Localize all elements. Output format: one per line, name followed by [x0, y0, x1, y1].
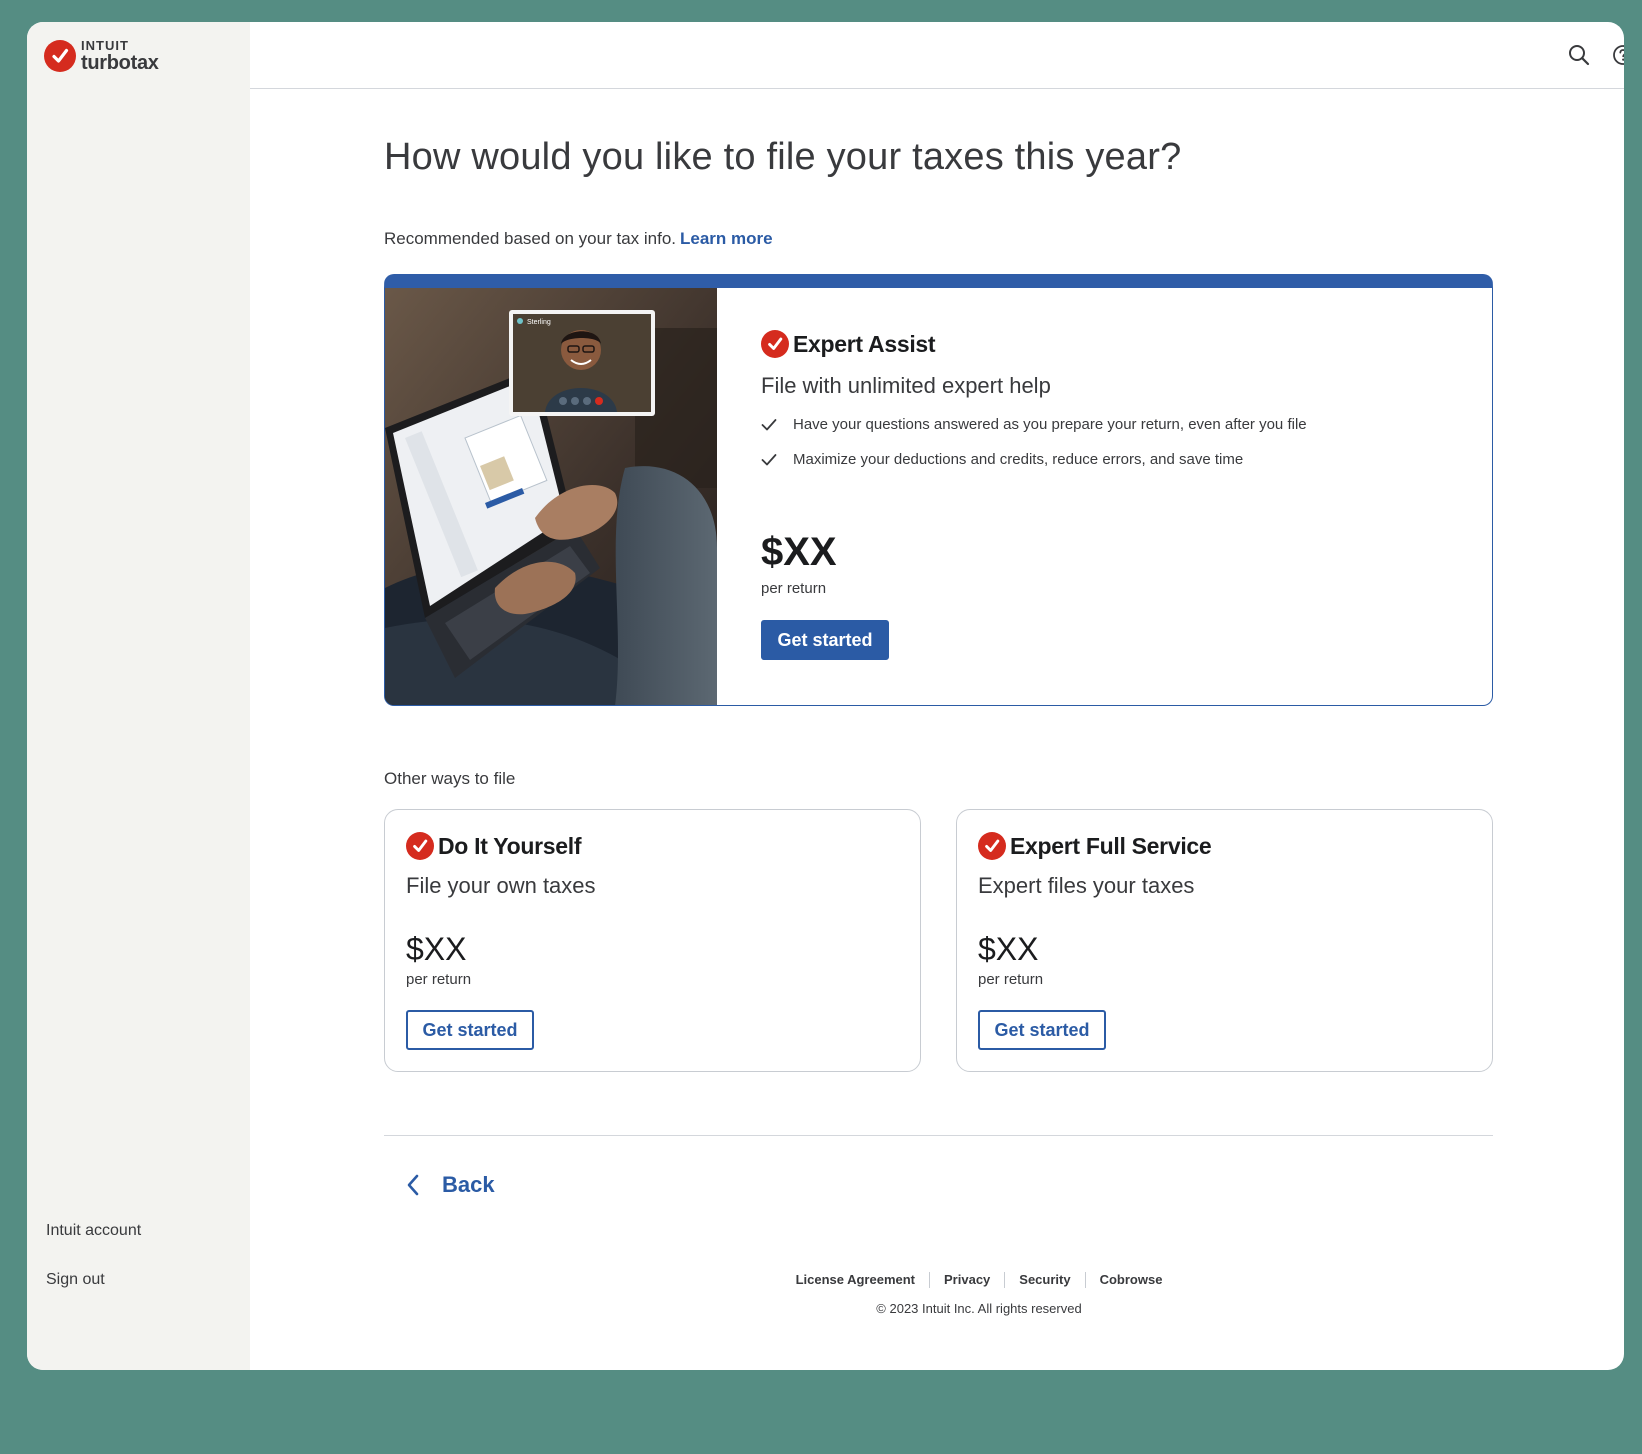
feature-text: Maximize your deductions and credits, re…: [793, 451, 1244, 468]
price: $XX: [978, 931, 1039, 967]
check-icon: [761, 418, 781, 432]
do-it-yourself-card: Do It Yourself File your own taxes $XX p…: [384, 809, 921, 1072]
recommended-card: Sterling Expert Assist File with unlimit…: [384, 274, 1493, 706]
product-subtitle: File with unlimited expert help: [761, 373, 1051, 398]
feature-bullet: Maximize your deductions and credits, re…: [761, 451, 1243, 468]
video-caller-name: Sterling: [527, 319, 551, 326]
diy-title: Do It Yourself: [406, 832, 582, 860]
checkmark-logo-icon: [44, 40, 76, 72]
intuit-account-link[interactable]: Intuit account: [46, 1222, 141, 1240]
search-icon[interactable]: [1568, 44, 1590, 66]
price-unit: per return: [761, 580, 827, 597]
full-service-get-started-button[interactable]: Get started: [978, 1010, 1106, 1050]
turbotax-logo[interactable]: INTUIT turbotax: [44, 39, 159, 73]
back-label: Back: [442, 1172, 495, 1197]
other-ways-label: Other ways to file: [384, 769, 516, 788]
diy-get-started-button[interactable]: Get started: [406, 1010, 534, 1050]
cobrowse-link[interactable]: Cobrowse: [1084, 1272, 1177, 1288]
price-unit: per return: [978, 971, 1044, 988]
feature-bullet: Have your questions answered as you prep…: [761, 416, 1307, 433]
recommendation-label: Recommended based on your tax info.: [384, 229, 677, 248]
price: $XX: [761, 530, 837, 574]
security-link[interactable]: Security: [1004, 1272, 1084, 1288]
section-divider: [384, 1135, 1493, 1136]
expert-assist-get-started-button[interactable]: Get started: [761, 620, 889, 660]
recommended-details: Expert Assist File with unlimited expert…: [761, 288, 1492, 705]
logo-product: turbotax: [81, 52, 159, 74]
help-icon[interactable]: [1612, 44, 1624, 66]
full-service-title: Expert Full Service: [978, 832, 1212, 860]
sign-out-link[interactable]: Sign out: [46, 1271, 105, 1289]
back-button[interactable]: Back: [406, 1172, 495, 1198]
privacy-link[interactable]: Privacy: [929, 1272, 1004, 1288]
logo-company: INTUIT: [81, 38, 129, 53]
checkmark-badge-icon: [978, 832, 1006, 860]
product-name: Do It Yourself: [438, 832, 582, 859]
main-content: How would you like to file your taxes th…: [250, 89, 1624, 1370]
license-agreement-link[interactable]: License Agreement: [782, 1272, 929, 1288]
expert-full-service-card: Expert Full Service Expert files your ta…: [956, 809, 1493, 1072]
product-name: Expert Full Service: [1010, 832, 1212, 859]
checkmark-badge-icon: [761, 330, 789, 358]
check-icon: [761, 453, 781, 467]
price-unit: per return: [406, 971, 472, 988]
checkmark-badge-icon: [406, 832, 434, 860]
product-name: Expert Assist: [793, 330, 936, 357]
product-subtitle: File your own taxes: [406, 873, 596, 898]
product-subtitle: Expert files your taxes: [978, 873, 1195, 898]
expert-video-photo: Sterling: [385, 288, 717, 705]
chevron-left-icon: [407, 1174, 419, 1196]
footer-links: License Agreement Privacy Security Cobro…: [250, 1272, 1624, 1288]
recommendation-text: Recommended based on your tax info. Learn…: [384, 229, 773, 249]
app-window: INTUIT turbotax Intuit account Sign out …: [27, 22, 1624, 1370]
top-bar: [250, 22, 1624, 89]
learn-more-link[interactable]: Learn more: [680, 229, 773, 248]
feature-text: Have your questions answered as you prep…: [793, 416, 1307, 433]
sidebar: INTUIT turbotax Intuit account Sign out: [27, 22, 250, 1370]
copyright-text: © 2023 Intuit Inc. All rights reserved: [876, 1301, 1082, 1316]
price: $XX: [406, 931, 467, 967]
expert-assist-title: Expert Assist: [761, 330, 936, 358]
page-title: How would you like to file your taxes th…: [384, 136, 1182, 178]
